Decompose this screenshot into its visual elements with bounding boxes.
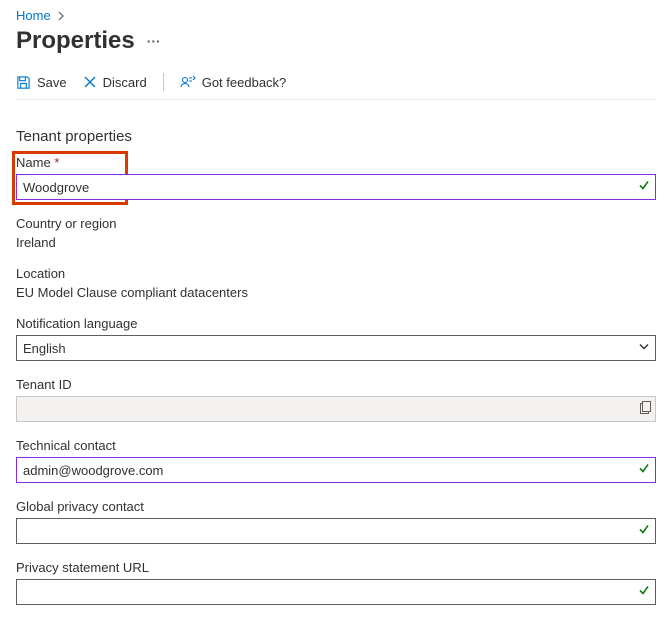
country-value: Ireland <box>16 235 656 250</box>
section-title: Tenant properties <box>16 128 656 145</box>
global-privacy-contact-label: Global privacy contact <box>16 499 656 514</box>
name-input[interactable] <box>16 174 656 200</box>
name-label: Name * <box>16 155 656 170</box>
discard-label: Discard <box>103 75 147 90</box>
close-icon <box>83 75 97 89</box>
feedback-label: Got feedback? <box>202 75 287 90</box>
breadcrumb: Home <box>16 8 656 23</box>
toolbar: Save Discard Got feedback? <box>16 73 656 100</box>
privacy-statement-url-label: Privacy statement URL <box>16 560 656 575</box>
technical-contact-label: Technical contact <box>16 438 656 453</box>
more-actions-icon[interactable]: ··· <box>147 33 161 49</box>
privacy-statement-url-input[interactable] <box>16 579 656 605</box>
page-title-text: Properties <box>16 27 135 55</box>
technical-contact-input[interactable] <box>16 457 656 483</box>
save-button[interactable]: Save <box>16 75 67 90</box>
save-icon <box>16 75 31 90</box>
breadcrumb-home[interactable]: Home <box>16 8 51 23</box>
feedback-icon <box>180 75 196 89</box>
tenant-id-input <box>16 396 656 422</box>
tenant-id-label: Tenant ID <box>16 377 656 392</box>
location-value: EU Model Clause compliant datacenters <box>16 285 656 300</box>
location-label: Location <box>16 266 656 281</box>
page-title: Properties ··· <box>16 27 656 55</box>
toolbar-separator <box>163 73 164 91</box>
save-label: Save <box>37 75 67 90</box>
global-privacy-contact-input[interactable] <box>16 518 656 544</box>
discard-button[interactable]: Discard <box>83 75 147 90</box>
country-label: Country or region <box>16 216 656 231</box>
chevron-right-icon <box>57 8 65 23</box>
notification-language-label: Notification language <box>16 316 656 331</box>
required-asterisk: * <box>54 155 59 170</box>
notification-language-select[interactable] <box>16 335 656 361</box>
copy-icon[interactable] <box>639 401 652 418</box>
feedback-button[interactable]: Got feedback? <box>180 75 287 90</box>
